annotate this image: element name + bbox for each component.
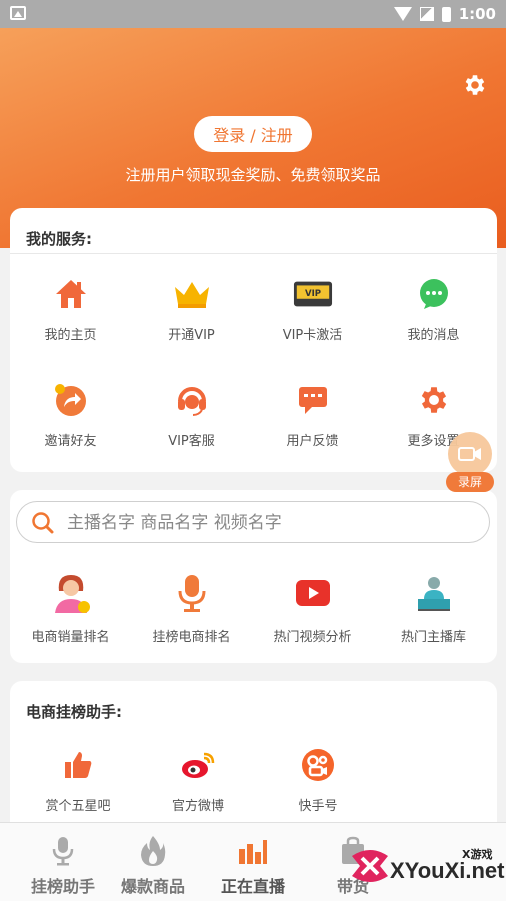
microphone-icon <box>169 570 215 616</box>
kuaishou-icon <box>298 745 338 785</box>
svg-text:VIP: VIP <box>304 289 320 299</box>
headset-icon <box>172 380 212 420</box>
image-notification-icon <box>10 6 26 20</box>
assistant-item-weibo[interactable]: 官方微博 <box>138 745 258 814</box>
service-item-invite[interactable]: 邀请好友 <box>10 380 131 449</box>
anchor-icon <box>411 570 457 616</box>
service-label: VIP卡激活 <box>282 328 343 343</box>
services-title: 我的服务: <box>26 230 92 248</box>
crown-icon <box>172 274 212 314</box>
assistant-item-kuaishou[interactable]: 快手号 <box>258 745 378 814</box>
wifi-icon <box>393 7 412 21</box>
service-item-support[interactable]: VIP客服 <box>131 380 252 449</box>
message-icon <box>414 274 454 314</box>
service-label: 用户反馈 <box>286 434 339 449</box>
weibo-icon <box>178 745 218 785</box>
service-item-messages[interactable]: 我的消息 <box>373 274 494 343</box>
flame-tab-icon <box>137 835 169 867</box>
feature-item-video-analysis[interactable]: 热门视频分析 <box>252 570 373 645</box>
search-icon <box>32 512 54 534</box>
no-signal-icon <box>419 7 434 21</box>
login-register-button[interactable]: 登录 / 注册 <box>194 116 312 152</box>
service-item-vip-card[interactable]: VIP VIP卡激活 <box>252 274 373 343</box>
search-card: 电商销量排名 挂榜电商排名 热门视频分析 热门主播库 <box>10 490 497 663</box>
feature-label: 挂榜电商排名 <box>152 630 231 645</box>
thumbs-up-icon <box>58 745 98 785</box>
feature-label: 电商销量排名 <box>31 630 110 645</box>
watermark-line2: XYouXi.net <box>390 858 505 883</box>
share-icon <box>51 380 91 420</box>
status-bar: 1:00 <box>0 0 506 28</box>
promo-text: 注册用户领取现金奖励、免费领取奖品 <box>125 166 381 184</box>
service-label: 开通VIP <box>168 328 215 343</box>
service-label: 邀请好友 <box>44 434 97 449</box>
service-item-home[interactable]: 我的主页 <box>10 274 131 343</box>
assistant-label: 快手号 <box>298 799 338 814</box>
screen-record-float-button[interactable]: 录屏 <box>446 432 494 492</box>
service-item-feedback[interactable]: 用户反馈 <box>252 380 373 449</box>
feature-item-anchor-library[interactable]: 热门主播库 <box>373 570 494 645</box>
feature-item-sales-rank[interactable]: 电商销量排名 <box>10 570 131 645</box>
feature-label: 热门主播库 <box>400 630 466 645</box>
settings-icon <box>414 380 454 420</box>
service-label: VIP客服 <box>168 434 215 449</box>
home-icon <box>51 274 91 314</box>
bars-tab-icon <box>237 835 269 867</box>
seller-avatar-icon <box>48 570 94 616</box>
watermark-logo-icon <box>352 850 388 882</box>
search-bar[interactable] <box>16 501 490 543</box>
video-camera-icon <box>448 432 492 476</box>
search-input[interactable] <box>65 510 469 536</box>
service-label: 我的消息 <box>407 328 460 343</box>
services-card: 我的服务: 我的主页 开通VIP VIP VIP卡激活 我的消息 邀请好友 VI… <box>10 208 497 472</box>
assistant-label: 赏个五星吧 <box>45 799 111 814</box>
service-item-vip[interactable]: 开通VIP <box>131 274 252 343</box>
mic-tab-icon <box>47 835 79 867</box>
status-time: 1:00 <box>458 5 496 23</box>
feature-label: 热门视频分析 <box>273 630 352 645</box>
site-watermark: X游戏 XYouXi.net <box>340 828 506 898</box>
vip-card-icon: VIP <box>293 274 333 314</box>
screen-record-label: 录屏 <box>446 472 494 492</box>
feature-item-list-rank[interactable]: 挂榜电商排名 <box>131 570 252 645</box>
battery-icon <box>441 6 451 22</box>
divider <box>10 253 497 254</box>
feedback-icon <box>293 380 333 420</box>
assistant-title: 电商挂榜助手: <box>26 703 122 721</box>
assistant-item-rate[interactable]: 赏个五星吧 <box>18 745 138 814</box>
settings-gear-icon[interactable] <box>462 72 488 98</box>
video-play-icon <box>290 570 336 616</box>
assistant-label: 官方微博 <box>171 799 224 814</box>
service-label: 我的主页 <box>44 328 97 343</box>
